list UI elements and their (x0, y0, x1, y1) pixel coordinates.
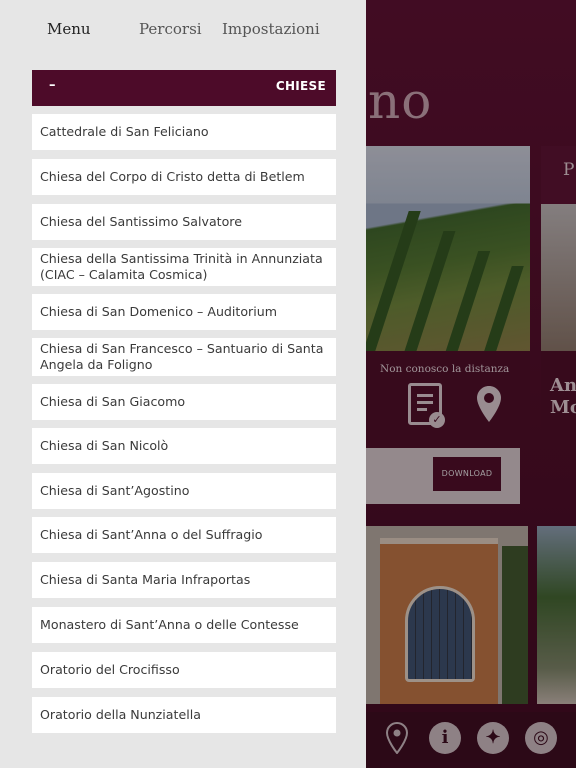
list-item[interactable]: Chiesa di Santa Maria Infraportas (32, 562, 336, 598)
list-item[interactable]: Chiesa della Santissima Trinità in Annun… (32, 248, 336, 286)
category-header[interactable]: – CHIESE (32, 70, 336, 106)
list-item[interactable]: Monastero di Sant’Anna o delle Contesse (32, 607, 336, 643)
tab-percorsi[interactable]: Percorsi (139, 20, 202, 38)
category-title: CHIESE (275, 79, 326, 93)
list-item[interactable]: Chiesa del Santissimo Salvatore (32, 204, 336, 240)
list-item[interactable]: Oratorio della Nunziatella (32, 697, 336, 733)
tab-menu[interactable]: Menu (47, 20, 91, 38)
list-item[interactable]: Cattedrale di San Feliciano (32, 114, 336, 150)
tab-impostazioni[interactable]: Impostazioni (222, 20, 320, 38)
list-item[interactable]: Chiesa di Sant’Agostino (32, 473, 336, 509)
list-item[interactable]: Chiesa di San Nicolò (32, 428, 336, 464)
list-item[interactable]: Chiesa di San Giacomo (32, 384, 336, 420)
list-item[interactable]: Chiesa di San Domenico – Auditorium (32, 294, 336, 330)
navigation-drawer: Menu Percorsi Impostazioni – CHIESE Catt… (0, 0, 366, 768)
collapse-icon[interactable]: – (49, 78, 56, 93)
list-item[interactable]: Oratorio del Crocifisso (32, 652, 336, 688)
list-item[interactable]: Chiesa del Corpo di Cristo detta di Betl… (32, 159, 336, 195)
list-item[interactable]: Chiesa di San Francesco – Santuario di S… (32, 338, 336, 376)
drawer-tabs: Menu Percorsi Impostazioni (0, 0, 366, 62)
list-item[interactable]: Chiesa di Sant’Anna o del Suffragio (32, 517, 336, 553)
